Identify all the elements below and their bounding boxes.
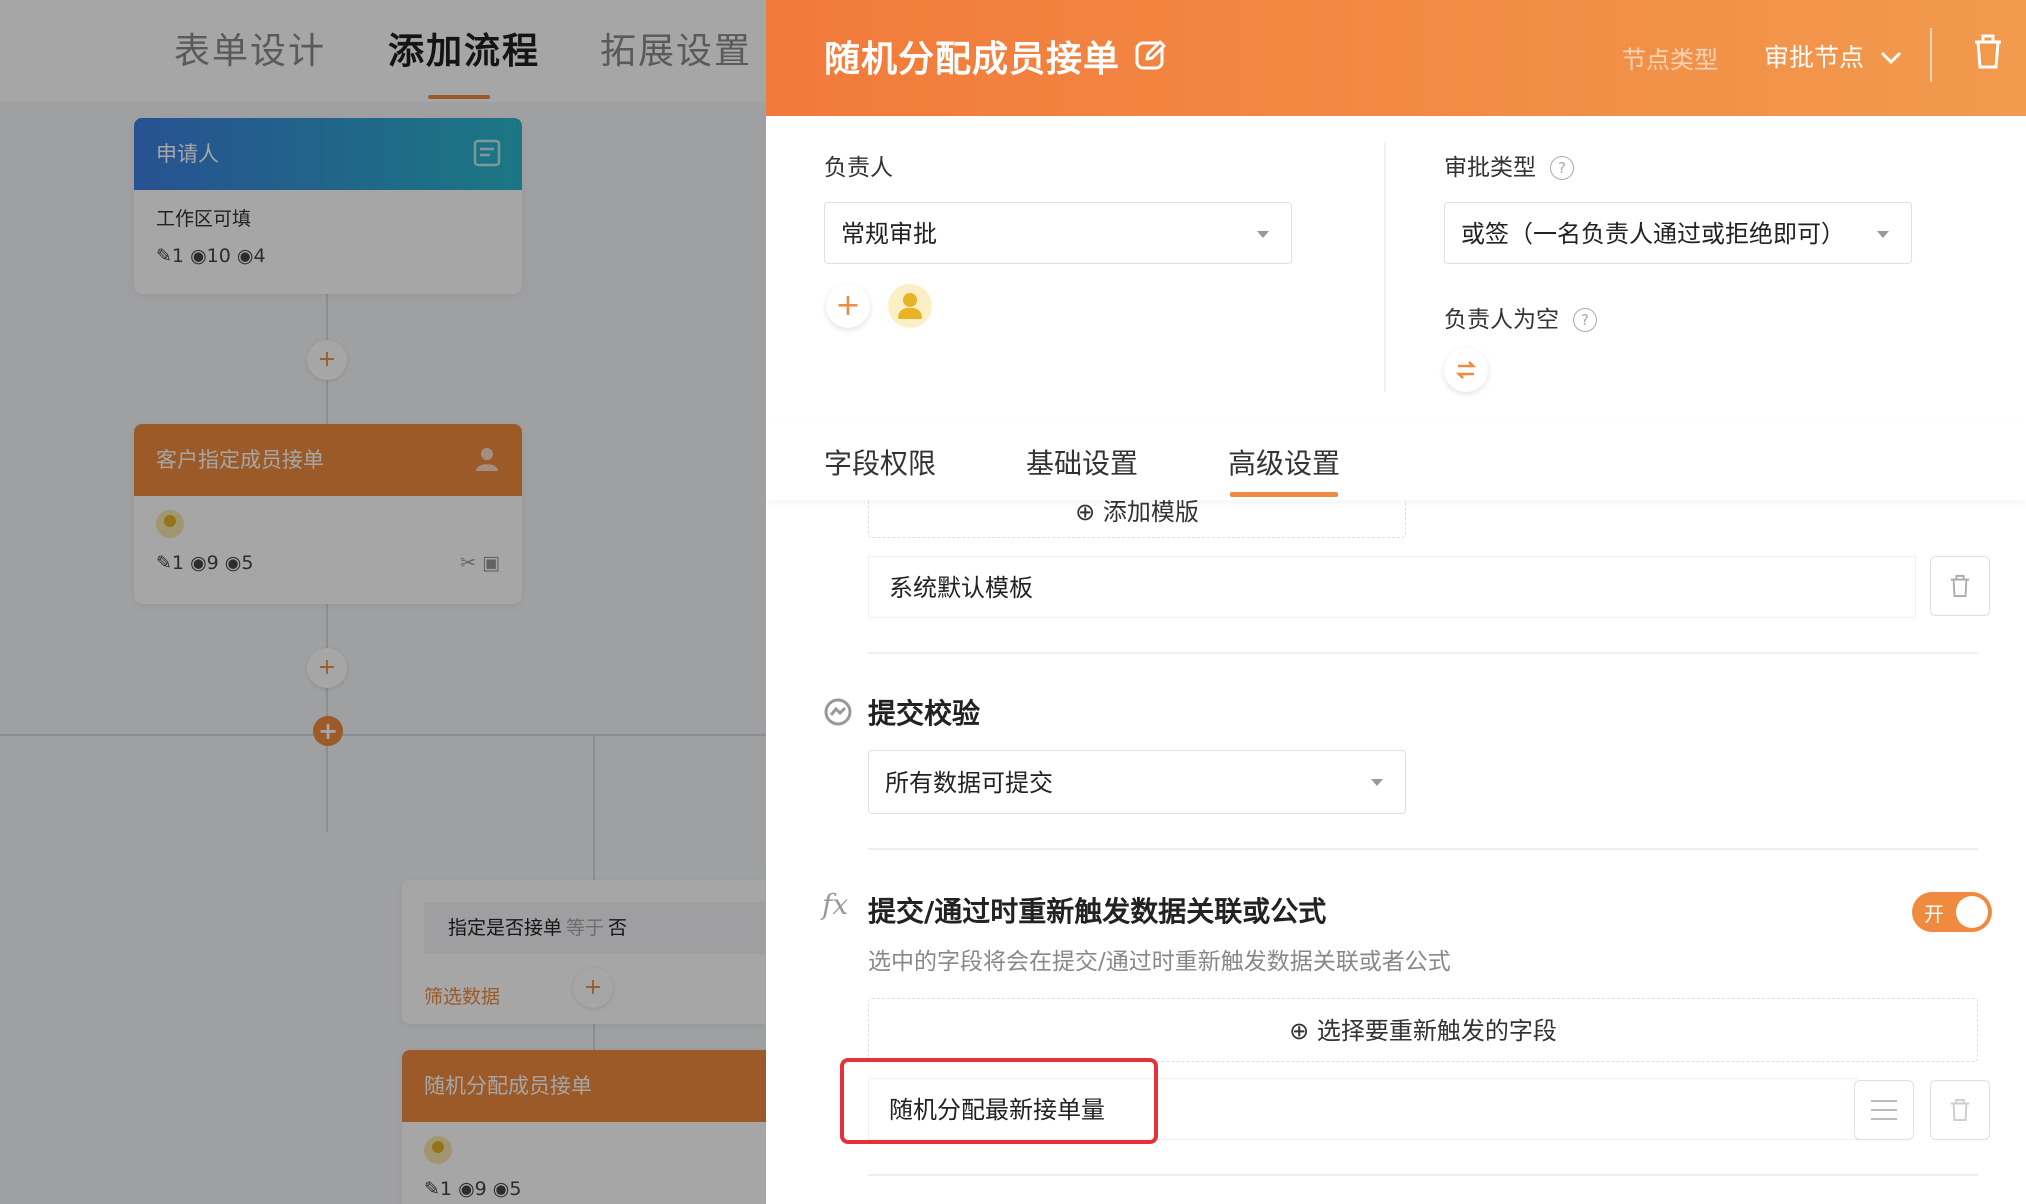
section-divider [868,1174,1978,1176]
retrigger-toggle[interactable]: 开 [1912,892,1992,932]
help-icon[interactable]: ? [1550,156,1574,180]
assignee-label: 负责人 [824,155,893,181]
drag-handle[interactable] [1854,1080,1914,1140]
formula-icon: fx [822,888,849,921]
edit-icon[interactable] [1134,38,1168,72]
template-item[interactable]: 系统默认模板 [868,556,1916,618]
assignee-avatar[interactable] [888,284,932,328]
settings-tabs: 字段权限 基础设置 高级设置 [766,420,2026,500]
approval-type-select[interactable]: 或签（一名负责人通过或拒绝即可） [1444,202,1912,264]
template-name: 系统默认模板 [889,574,1033,602]
node-type-select[interactable]: 审批节点 [1764,38,1864,74]
empty-assignee-text: 负责人为空 [1444,307,1559,333]
tab-advanced-settings[interactable]: 高级设置 [1228,442,1340,482]
approval-type-label: 审批类型? [1444,148,1574,182]
select-field-label: 选择要重新触发的字段 [1316,1017,1557,1045]
select-retrigger-field-button[interactable]: ⊕ 选择要重新触发的字段 [868,998,1978,1062]
trash-icon [1950,575,1970,597]
chevron-down-icon[interactable] [1878,44,1904,70]
empty-assignee-label: 负责人为空? [1444,300,1597,334]
caret-down-icon [1257,231,1269,238]
tab-basic-settings[interactable]: 基础设置 [1026,442,1138,482]
menu-icon [1871,1100,1897,1120]
node-settings-drawer: 随机分配成员接单 节点类型 审批节点 负责人 常规审批 + 审批类型? 或签（一… [766,0,2026,1204]
check-shield-icon [824,698,852,726]
trash-icon [1950,1099,1970,1121]
tab-field-permission[interactable]: 字段权限 [824,442,936,482]
approval-type-text: 审批类型 [1444,155,1536,181]
caret-down-icon [1877,231,1889,238]
submit-check-value: 所有数据可提交 [885,769,1053,797]
header-divider [1930,28,1932,82]
caret-down-icon [1371,779,1383,786]
empty-assignee-switch-button[interactable] [1444,348,1488,392]
column-divider [1384,142,1386,392]
add-template-label: 添加模版 [1102,498,1199,526]
delete-field-button[interactable] [1930,1080,1990,1140]
help-icon[interactable]: ? [1573,308,1597,332]
trash-icon[interactable] [1972,34,2004,70]
active-tab-indicator [1230,492,1338,497]
highlight-box [840,1058,1158,1144]
assignee-value: 常规审批 [841,220,937,248]
add-circle-icon: ⊕ [1289,1017,1310,1045]
drawer-title: 随机分配成员接单 [824,39,1121,80]
swap-icon [1455,361,1477,379]
add-circle-icon: ⊕ [1075,498,1096,526]
delete-template-button[interactable] [1930,556,1990,616]
flow-canvas-area: 表单设计 添加流程 拓展设置 申请人 工作区可填 ✎1 ◉10 ◉4 + 客户指… [0,0,766,1204]
toggle-label: 开 [1924,902,1944,926]
drawer-header: 随机分配成员接单 节点类型 审批节点 [766,0,2026,116]
node-type-label: 节点类型 [1622,46,1718,74]
approval-type-value: 或签（一名负责人通过或拒绝即可） [1461,220,1845,248]
submit-check-select[interactable]: 所有数据可提交 [868,750,1406,814]
add-assignee-button[interactable]: + [826,284,870,328]
retrigger-description: 选中的字段将会在提交/通过时重新触发数据关联或者公式 [868,949,1451,975]
submit-check-title: 提交校验 [868,697,981,730]
section-divider [868,848,1978,850]
toggle-knob [1956,896,1988,928]
assignee-select[interactable]: 常规审批 [824,202,1292,264]
modal-overlay[interactable] [0,0,766,1204]
advanced-settings-content: ⊕ 添加模版 系统默认模板 提交校验 所有数据可提交 fx 提交/通过时重新触发… [766,460,2026,1204]
section-divider [868,652,1978,654]
retrigger-title: 提交/通过时重新触发数据关联或公式 [868,895,1327,928]
